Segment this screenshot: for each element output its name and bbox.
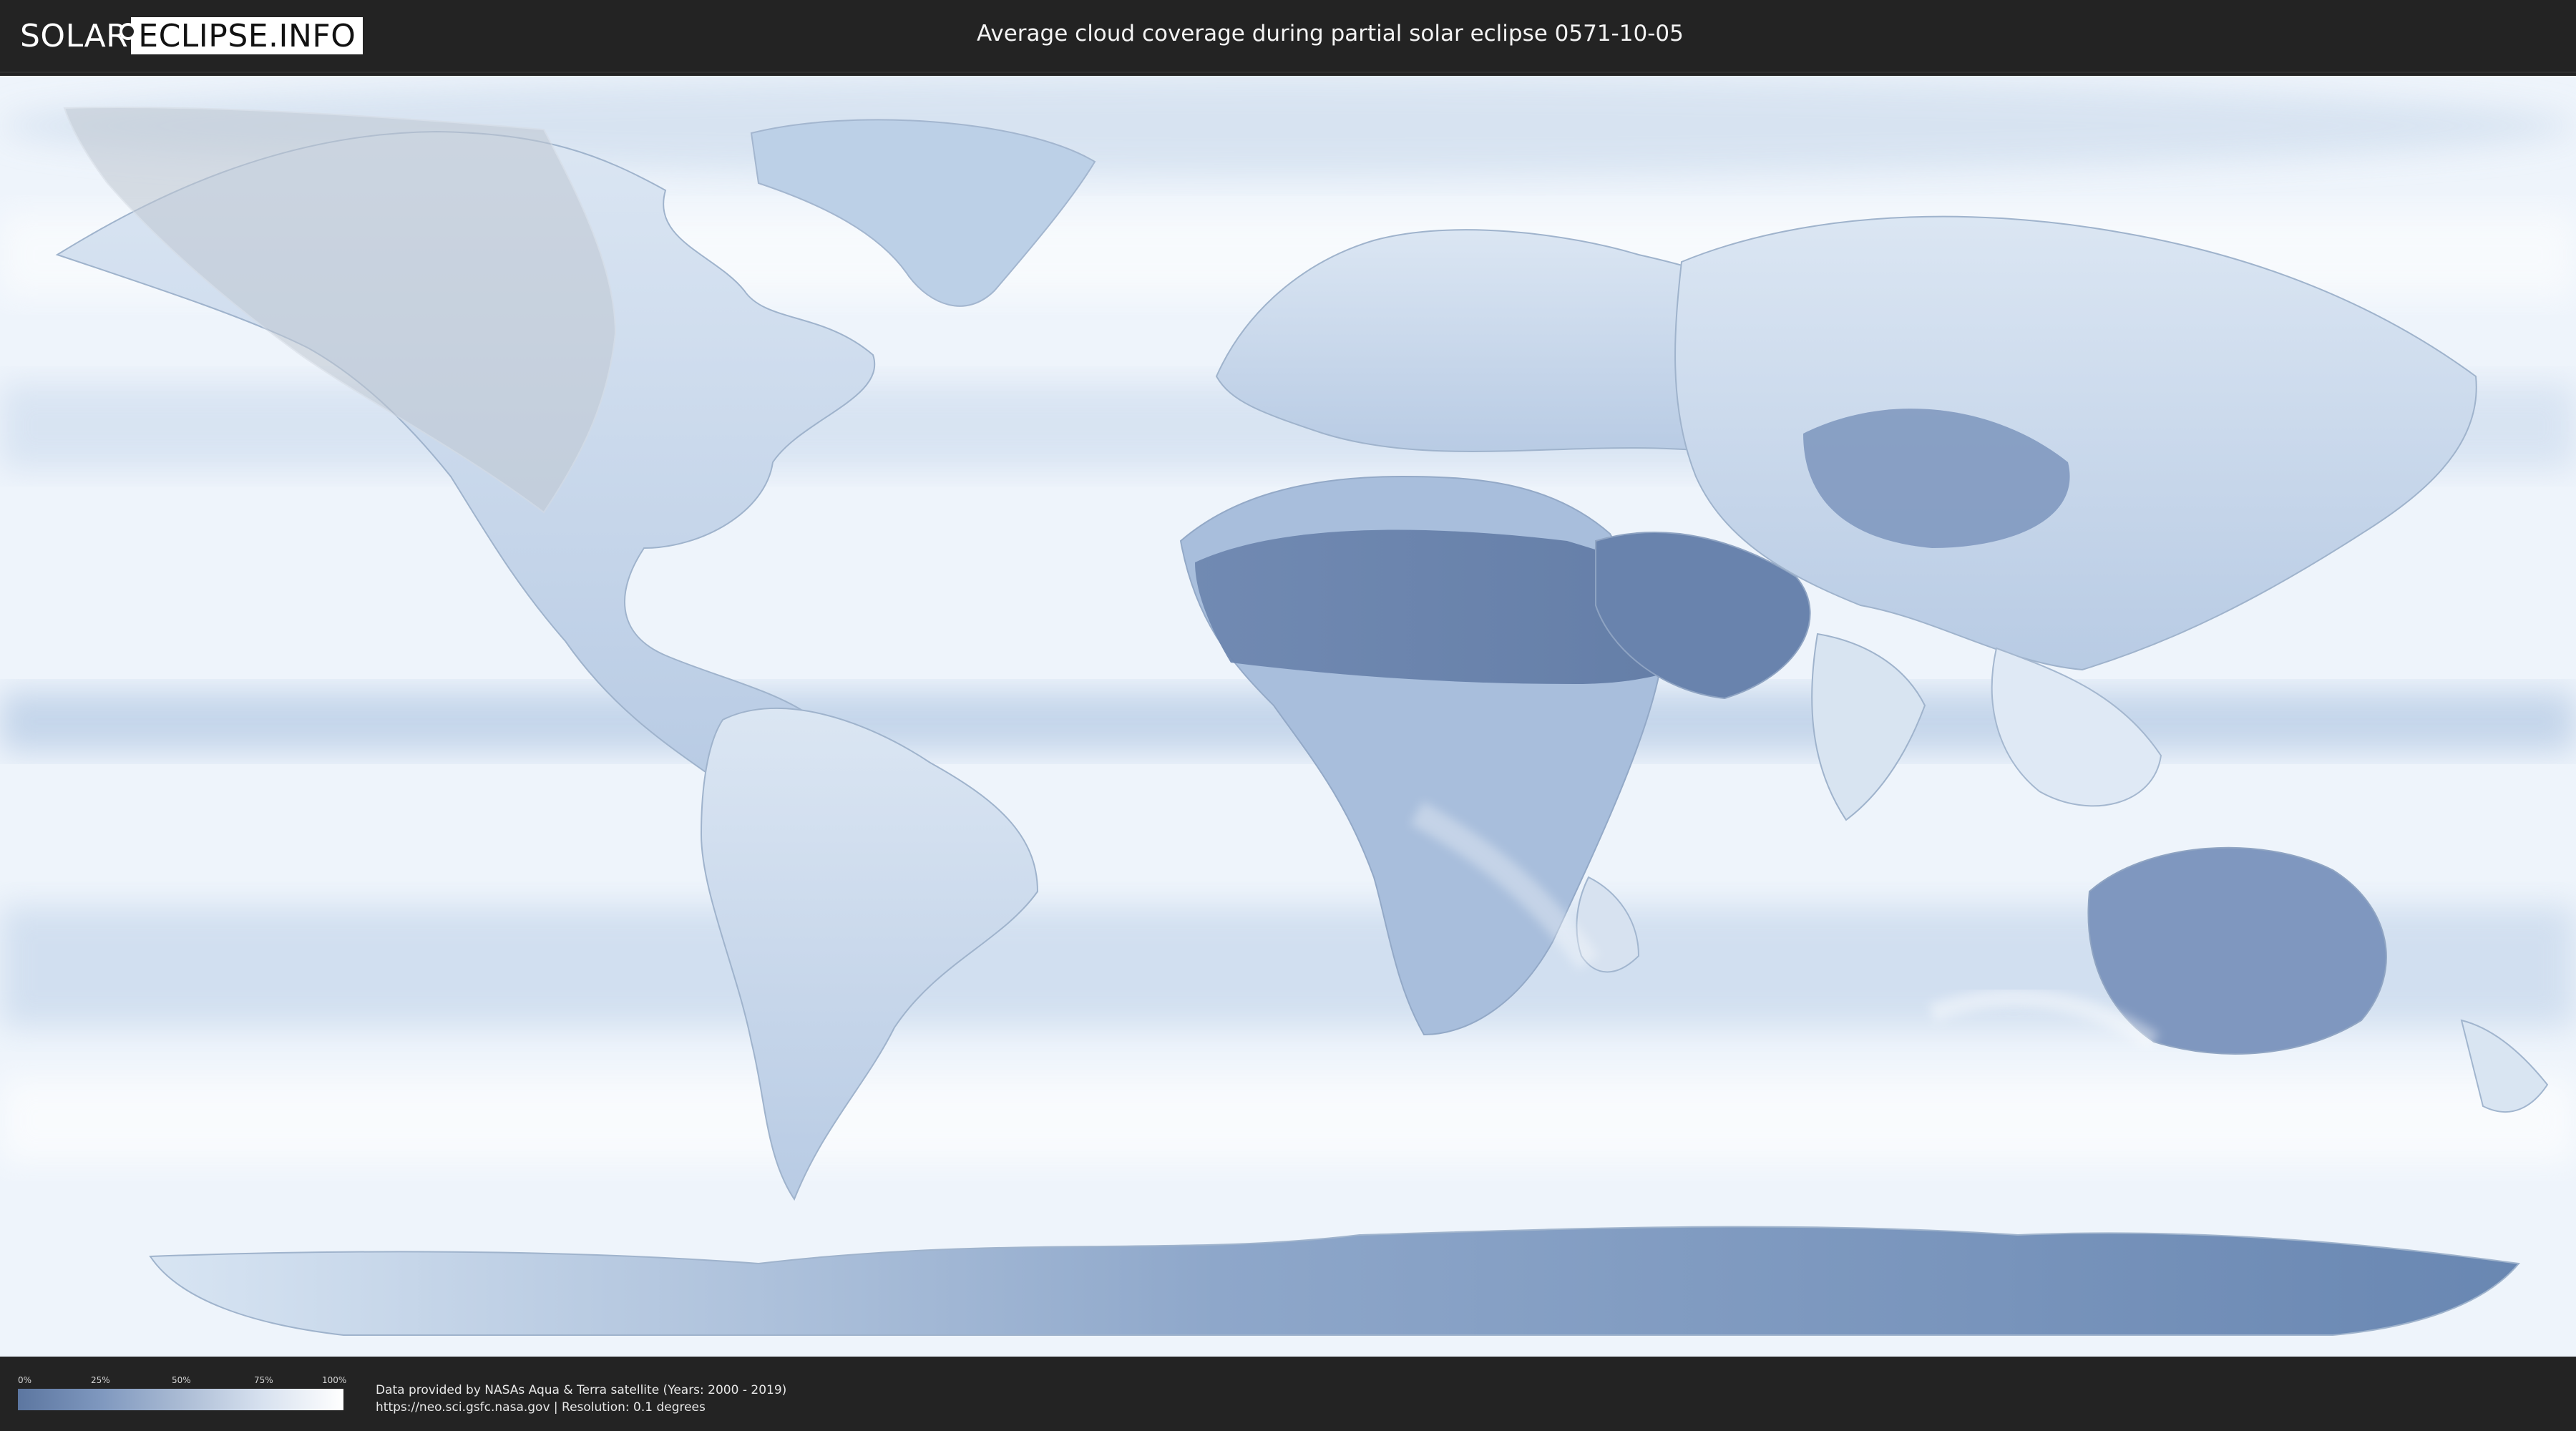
world-map-svg bbox=[0, 76, 2576, 1357]
credit-source-line: Data provided by NASAs Aqua & Terra sate… bbox=[376, 1383, 787, 1397]
legend-tick-0: 0% bbox=[18, 1375, 32, 1385]
data-credits: Data provided by NASAs Aqua & Terra sate… bbox=[376, 1382, 786, 1416]
logo-eclipse-box: ECLIPSE.INFO bbox=[119, 17, 364, 54]
legend-tick-row: 0% 25% 50% 75% 100% bbox=[18, 1374, 347, 1386]
legend-tick-25: 25% bbox=[91, 1375, 110, 1385]
page-frame: SOLAR ECLIPSE.INFO Average cloud coverag… bbox=[0, 0, 2576, 1431]
legend-tick-100: 100% bbox=[322, 1375, 347, 1385]
legend-tick-75: 75% bbox=[254, 1375, 273, 1385]
site-logo[interactable]: SOLAR ECLIPSE.INFO bbox=[20, 16, 364, 56]
southern-ocean-clear-band bbox=[0, 1078, 2576, 1163]
logo-solar-text: SOLAR bbox=[20, 17, 129, 54]
cloud-coverage-legend: 0% 25% 50% 75% 100% bbox=[18, 1374, 347, 1410]
page-title: Average cloud coverage during partial so… bbox=[977, 21, 1684, 47]
header-bar: SOLAR ECLIPSE.INFO Average cloud coverag… bbox=[0, 0, 2576, 73]
logo-eclipse-text: ECLIPSE.INFO bbox=[138, 17, 356, 54]
credit-link-line[interactable]: https://neo.sci.gsfc.nasa.gov | Resoluti… bbox=[376, 1399, 786, 1416]
legend-color-bar bbox=[18, 1389, 343, 1410]
footer-bar: 0% 25% 50% 75% 100% Data provided by NAS… bbox=[0, 1357, 2576, 1431]
cloud-coverage-map bbox=[0, 76, 2576, 1357]
eclipse-moon-icon bbox=[119, 23, 137, 40]
legend-tick-50: 50% bbox=[172, 1375, 191, 1385]
